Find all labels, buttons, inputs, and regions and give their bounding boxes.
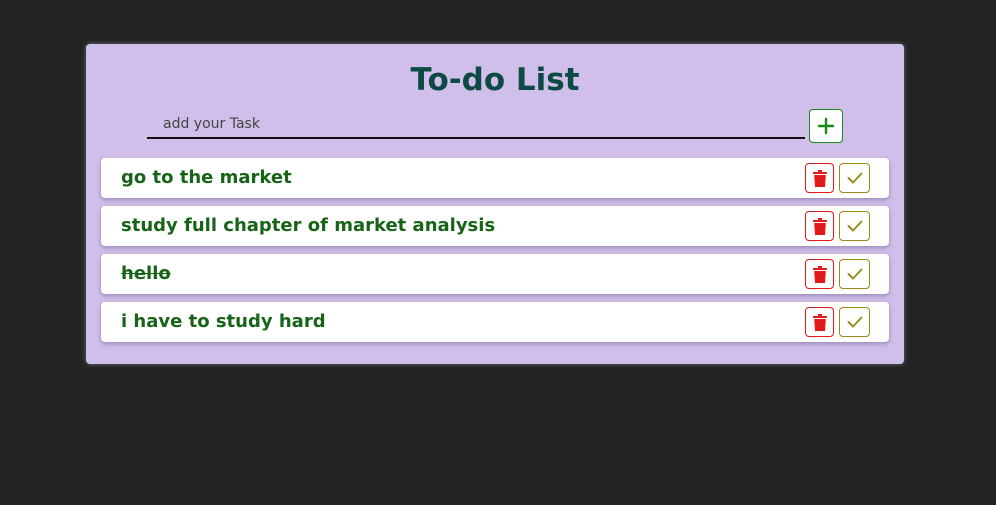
task-item: i have to study hard	[101, 302, 889, 342]
complete-task-button[interactable]	[839, 211, 870, 241]
task-input[interactable]	[147, 111, 805, 139]
delete-task-button[interactable]	[805, 307, 834, 337]
trash-icon	[812, 217, 827, 235]
add-task-button[interactable]	[809, 109, 843, 143]
delete-task-button[interactable]	[805, 163, 834, 193]
check-icon	[847, 172, 862, 184]
task-text: hello	[121, 263, 171, 284]
check-icon	[847, 268, 862, 280]
complete-task-button[interactable]	[839, 307, 870, 337]
trash-icon	[812, 265, 827, 283]
task-item: go to the market	[101, 158, 889, 198]
task-item: hello	[101, 254, 889, 294]
delete-task-button[interactable]	[805, 211, 834, 241]
plus-icon	[817, 117, 835, 135]
todo-card: To-do List go to the market stu	[86, 44, 904, 364]
task-list: go to the market study full chapter of m…	[101, 158, 889, 350]
delete-task-button[interactable]	[805, 259, 834, 289]
complete-task-button[interactable]	[839, 259, 870, 289]
complete-task-button[interactable]	[839, 163, 870, 193]
check-icon	[847, 316, 862, 328]
task-item: study full chapter of market analysis	[101, 206, 889, 246]
check-icon	[847, 220, 862, 232]
task-text: i have to study hard	[121, 311, 326, 332]
task-text: go to the market	[121, 167, 292, 188]
page-title: To-do List	[410, 62, 580, 98]
trash-icon	[812, 313, 827, 331]
trash-icon	[812, 169, 827, 187]
task-text: study full chapter of market analysis	[121, 215, 496, 236]
